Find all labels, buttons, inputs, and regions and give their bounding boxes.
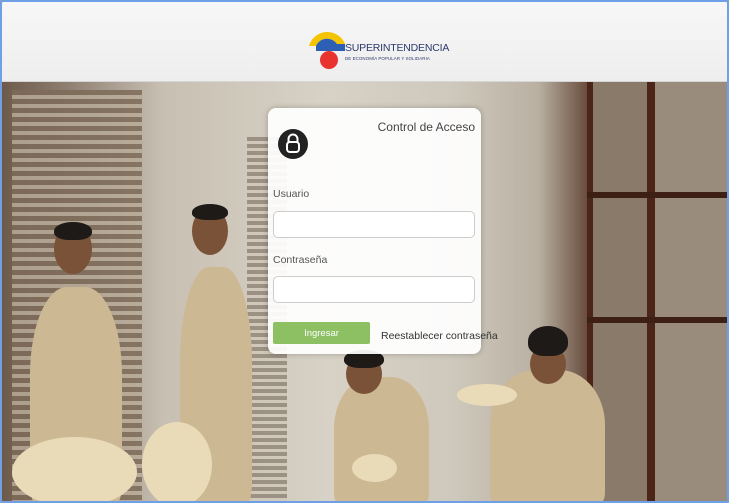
login-button[interactable]: Ingresar [273,322,370,344]
browser-frame: SUPERINTENDENCIA DE ECONOMÍA POPULAR Y S… [0,0,729,503]
reset-password-link[interactable]: Reestablecer contraseña [381,330,498,342]
straw-hat [142,422,212,501]
person-hair [54,222,92,240]
institution-logo: SUPERINTENDENCIA DE ECONOMÍA POPULAR Y S… [307,22,450,76]
username-input[interactable] [273,211,475,238]
logo-title: SUPERINTENDENCIA [345,42,450,54]
header-bar: SUPERINTENDENCIA DE ECONOMÍA POPULAR Y S… [2,2,727,82]
cabinet-shelf [587,192,727,198]
straw-hat [457,384,517,406]
logo-subtitle: DE ECONOMÍA POPULAR Y SOLIDARIA [345,56,430,61]
login-panel: Control de Acceso Usuario Contraseña Ing… [268,108,498,354]
cabinet-shelf [587,317,727,323]
person-hair [528,326,568,356]
username-label: Usuario [273,188,310,200]
password-input[interactable] [273,276,475,303]
person-figure [334,377,429,501]
panel-title: Control de Acceso [377,120,475,134]
display-cabinet [587,82,727,501]
password-label: Contraseña [273,254,328,266]
logo-emblem-icon [309,31,345,69]
straw-hat [12,437,137,501]
person-hair [192,204,228,220]
lock-icon [278,129,308,159]
straw-hat [352,454,397,482]
